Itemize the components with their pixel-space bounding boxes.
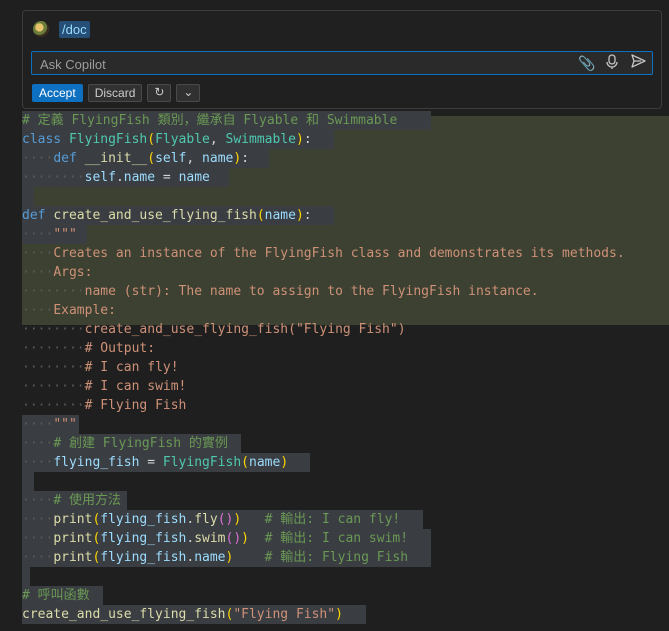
- code-line[interactable]: ····print(flying_fish.name) # 輸出: Flying…: [22, 548, 431, 567]
- code-line[interactable]: ····print(flying_fish.fly()) # 輸出: I can…: [22, 510, 423, 529]
- code-text: # 定義 FlyingFish 類別，繼承自 Flyable 和 Swimmab…: [22, 113, 398, 128]
- code-text: ········create_and_use_flying_fish("Flyi…: [22, 322, 406, 337]
- selection-highlight: [22, 187, 34, 206]
- code-text: ····Creates an instance of the FlyingFis…: [22, 246, 625, 261]
- microphone-icon[interactable]: [604, 54, 620, 74]
- code-text: ····print(flying_fish.fly()) # 輸出: I can…: [22, 512, 401, 527]
- selection-highlight: [22, 472, 34, 491]
- code-text: ········# I can fly!: [22, 360, 179, 375]
- code-line[interactable]: def create_and_use_flying_fish(name):: [22, 206, 334, 225]
- chevron-down-icon[interactable]: ⌄: [176, 84, 201, 102]
- code-text: ····flying_fish = FlyingFish(name): [22, 455, 289, 470]
- code-line[interactable]: ····Example:: [22, 301, 116, 320]
- discard-button[interactable]: Discard: [87, 84, 143, 102]
- code-line[interactable]: create_and_use_flying_fish("Flying Fish"…: [22, 605, 366, 624]
- code-text: ········# I can swim!: [22, 379, 187, 394]
- selection-highlight: [22, 567, 30, 586]
- code-line[interactable]: ····""": [22, 225, 87, 244]
- code-text: ········# Output:: [22, 341, 156, 356]
- code-line[interactable]: ········# I can fly!: [22, 358, 179, 377]
- code-line[interactable]: # 定義 FlyingFish 類別，繼承自 Flyable 和 Swimmab…: [22, 111, 431, 130]
- code-text: class FlyingFish(Flyable, Swimmable):: [22, 132, 312, 147]
- code-line[interactable]: ····# 使用方法: [22, 491, 127, 510]
- doc-command: /doc: [59, 20, 90, 38]
- code-line[interactable]: ········# I can swim!: [22, 377, 186, 396]
- code-line[interactable]: ····Args:: [22, 263, 92, 282]
- code-line[interactable]: ········self.name = name: [22, 168, 229, 187]
- code-line[interactable]: ····# 創建 FlyingFish 的實例: [22, 434, 241, 453]
- code-text: ····# 創建 FlyingFish 的實例: [22, 436, 228, 451]
- code-line[interactable]: ········# Output:: [22, 339, 155, 358]
- code-text: ····Args:: [22, 265, 93, 280]
- chat-action-buttons: Accept Discard ↻ ⌄: [32, 84, 201, 102]
- code-line[interactable]: ····Creates an instance of the FlyingFis…: [22, 244, 625, 263]
- code-line[interactable]: ····print(flying_fish.swim()) # 輸出: I ca…: [22, 529, 431, 548]
- code-text: ····Example:: [22, 303, 116, 318]
- code-text: def create_and_use_flying_fish(name):: [22, 208, 312, 223]
- copilot-inline-chat: /doc 📎 Accept Discard ↻ ⌄: [22, 10, 662, 109]
- user-avatar: [33, 21, 49, 37]
- chat-request-row: /doc: [33, 19, 90, 39]
- ask-copilot-input[interactable]: [38, 52, 562, 76]
- code-text: ········# Flying Fish: [22, 398, 187, 413]
- code-line[interactable]: ····flying_fish = FlyingFish(name): [22, 453, 310, 472]
- code-text: ····# 使用方法: [22, 493, 121, 508]
- code-text: # 呼叫函數: [22, 588, 90, 603]
- code-line[interactable]: ········create_and_use_flying_fish("Flyi…: [22, 320, 406, 339]
- code-text: create_and_use_flying_fish("Flying Fish"…: [22, 607, 343, 622]
- code-text: ····""": [22, 227, 77, 242]
- refresh-icon[interactable]: ↻: [147, 84, 172, 102]
- code-text: ····print(flying_fish.name) # 輸出: Flying…: [22, 550, 409, 565]
- code-text: ········self.name = name: [22, 170, 210, 185]
- accept-button[interactable]: Accept: [32, 84, 83, 102]
- input-actions: 📎: [578, 54, 646, 74]
- code-line[interactable]: ········name (str): The name to assign t…: [22, 282, 539, 301]
- code-line[interactable]: ····""": [22, 415, 79, 434]
- code-text: ········name (str): The name to assign t…: [22, 284, 539, 299]
- code-text: ····""": [22, 417, 77, 432]
- code-line[interactable]: class FlyingFish(Flyable, Swimmable):: [22, 130, 334, 149]
- code-text: ····def __init__(self, name):: [22, 151, 250, 166]
- code-text: ····print(flying_fish.swim()) # 輸出: I ca…: [22, 531, 409, 546]
- code-line[interactable]: ····def __init__(self, name):: [22, 149, 269, 168]
- code-line[interactable]: ········# Flying Fish: [22, 396, 186, 415]
- send-icon[interactable]: [630, 54, 646, 74]
- code-line[interactable]: # 呼叫函數: [22, 586, 103, 605]
- ask-copilot-input-box[interactable]: 📎: [31, 51, 653, 76]
- paperclip-icon[interactable]: 📎: [578, 54, 595, 74]
